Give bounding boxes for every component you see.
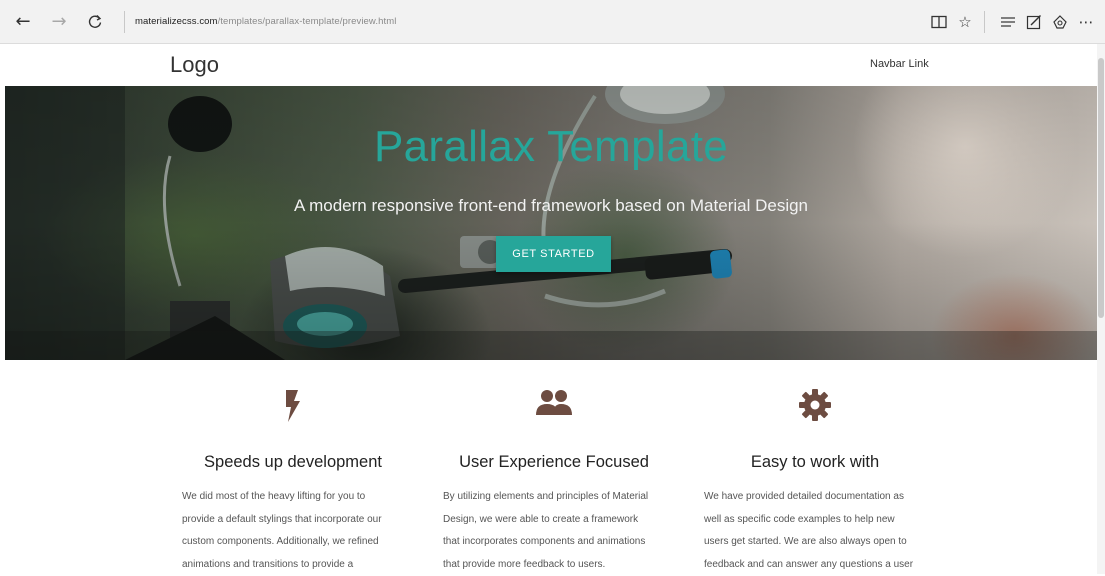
page-scrollbar[interactable]: [1097, 44, 1105, 574]
site-navbar: Logo Navbar Link: [0, 44, 1105, 86]
feature-column-ux: User Experience Focused By utilizing ele…: [441, 388, 667, 576]
feature-title: User Experience Focused: [441, 453, 667, 472]
more-icon[interactable]: ⋯: [1073, 8, 1099, 36]
feature-text-line: users get started. We are also always op…: [704, 531, 928, 554]
feature-column-easy: Easy to work with We have provided detai…: [702, 388, 928, 576]
feature-text-line: provide a default stylings that incorpor…: [182, 509, 406, 532]
feature-text-line: well as specific code examples to help n…: [704, 509, 928, 532]
feature-text-line: that provide more feedback to users.: [443, 554, 667, 576]
get-started-button[interactable]: GET STARTED: [496, 236, 611, 272]
site-logo[interactable]: Logo: [170, 52, 219, 78]
scroll-thumb[interactable]: [1098, 58, 1104, 318]
feature-text-line: Design, we were able to create a framewo…: [443, 509, 667, 532]
parallax-hero: Parallax Template A modern responsive fr…: [5, 86, 1097, 360]
flash-icon: [180, 388, 406, 428]
feature-description: We did most of the heavy lifting for you…: [180, 486, 406, 576]
share-icon[interactable]: [1047, 8, 1073, 36]
feature-description: By utilizing elements and principles of …: [441, 486, 667, 576]
browser-toolbar: ← → materializecss.com/templates/paralla…: [0, 0, 1105, 44]
web-note-icon[interactable]: [1021, 8, 1047, 36]
url-host: materializecss.com: [135, 16, 218, 27]
feature-text-line: that incorporates components and animati…: [443, 531, 667, 554]
forward-arrow-icon[interactable]: →: [44, 7, 74, 37]
feature-column-development: Speeds up development We did most of the…: [180, 388, 406, 576]
feature-title: Easy to work with: [702, 453, 928, 472]
group-icon: [441, 388, 667, 428]
navbar-link[interactable]: Navbar Link: [870, 58, 929, 70]
feature-text-line: We did most of the heavy lifting for you…: [182, 486, 406, 509]
hub-icon[interactable]: [995, 8, 1021, 36]
reading-view-icon[interactable]: [926, 8, 952, 36]
feature-text-line: By utilizing elements and principles of …: [443, 486, 667, 509]
feature-description: We have provided detailed documentation …: [702, 486, 928, 576]
feature-text-line: We have provided detailed documentation …: [704, 486, 928, 509]
feature-text-line: feedback and can answer any questions a …: [704, 554, 928, 576]
url-path: /templates/parallax-template/preview.htm…: [218, 16, 397, 27]
back-arrow-icon[interactable]: ←: [8, 7, 38, 37]
address-bar[interactable]: materializecss.com/templates/parallax-te…: [135, 16, 396, 27]
feature-text-line: animations and transitions to provide a: [182, 554, 406, 576]
url-separator: [124, 11, 125, 33]
feature-title: Speeds up development: [180, 453, 406, 472]
refresh-icon[interactable]: [80, 7, 110, 37]
hero-subtitle: A modern responsive front-end framework …: [5, 196, 1097, 216]
toolbar-separator: [984, 11, 985, 33]
browser-actions: ☆ ⋯: [926, 0, 1105, 44]
hero-title: Parallax Template: [5, 122, 1097, 172]
favorite-star-icon[interactable]: ☆: [952, 8, 978, 36]
settings-icon: [702, 388, 928, 428]
feature-text-line: custom components. Additionally, we refi…: [182, 531, 406, 554]
